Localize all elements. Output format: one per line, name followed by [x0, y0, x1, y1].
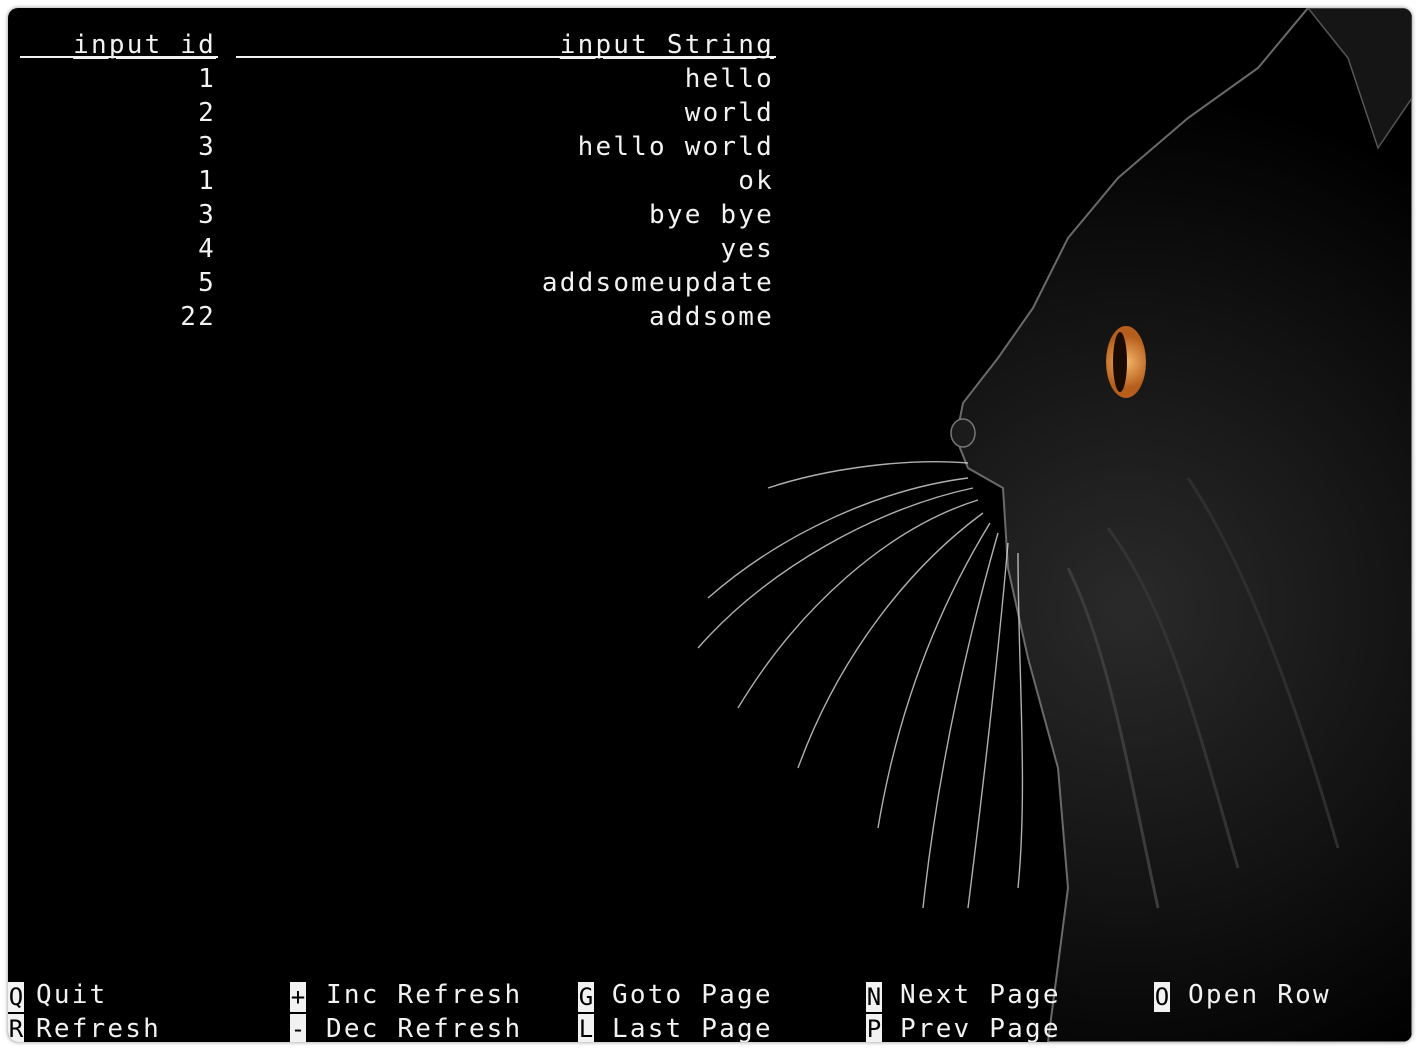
inc-refresh-label: Inc Refresh: [326, 980, 523, 1010]
key-g-icon: G: [578, 982, 594, 1012]
key-n-icon: N: [866, 982, 882, 1012]
key-l-icon: L: [578, 1014, 594, 1042]
key-p-icon: P: [866, 1014, 882, 1042]
refresh-label: Refresh: [36, 1014, 161, 1042]
table-row-string: yes: [720, 234, 774, 264]
header-rule: [20, 56, 218, 58]
table-row-id: 3: [198, 200, 216, 230]
table-row-id: 22: [180, 302, 216, 332]
key-q-icon: Q: [8, 982, 24, 1012]
table-row-id: 2: [198, 98, 216, 128]
table-row-string: hello world: [577, 132, 774, 162]
quit-label: Quit: [36, 980, 108, 1010]
table-row-id: 1: [198, 64, 216, 94]
terminal-window: input_id input_String 1 hello 2 world 3 …: [8, 8, 1412, 1042]
table-row-string: hello: [684, 64, 774, 94]
table-row-string: addsome: [649, 302, 774, 332]
table-row-string: bye bye: [649, 200, 774, 230]
table-row-id: 4: [198, 234, 216, 264]
key-plus-icon: +: [290, 982, 306, 1012]
goto-page-label: Goto Page: [612, 980, 773, 1010]
table-row-string: world: [684, 98, 774, 128]
header-rule: [236, 56, 776, 58]
last-page-label: Last Page: [612, 1014, 773, 1042]
table-row-id: 3: [198, 132, 216, 162]
table-row-id: 1: [198, 166, 216, 196]
table-row-string: ok: [738, 166, 774, 196]
key-o-icon: O: [1154, 982, 1170, 1012]
key-minus-icon: -: [290, 1014, 306, 1042]
dec-refresh-label: Dec Refresh: [326, 1014, 523, 1042]
next-page-label: Next Page: [900, 980, 1061, 1010]
table-row-id: 5: [198, 268, 216, 298]
open-row-label: Open Row: [1188, 980, 1331, 1010]
key-r-icon: R: [8, 1014, 24, 1042]
prev-page-label: Prev Page: [900, 1014, 1061, 1042]
table-row-string: addsomeupdate: [541, 268, 774, 298]
